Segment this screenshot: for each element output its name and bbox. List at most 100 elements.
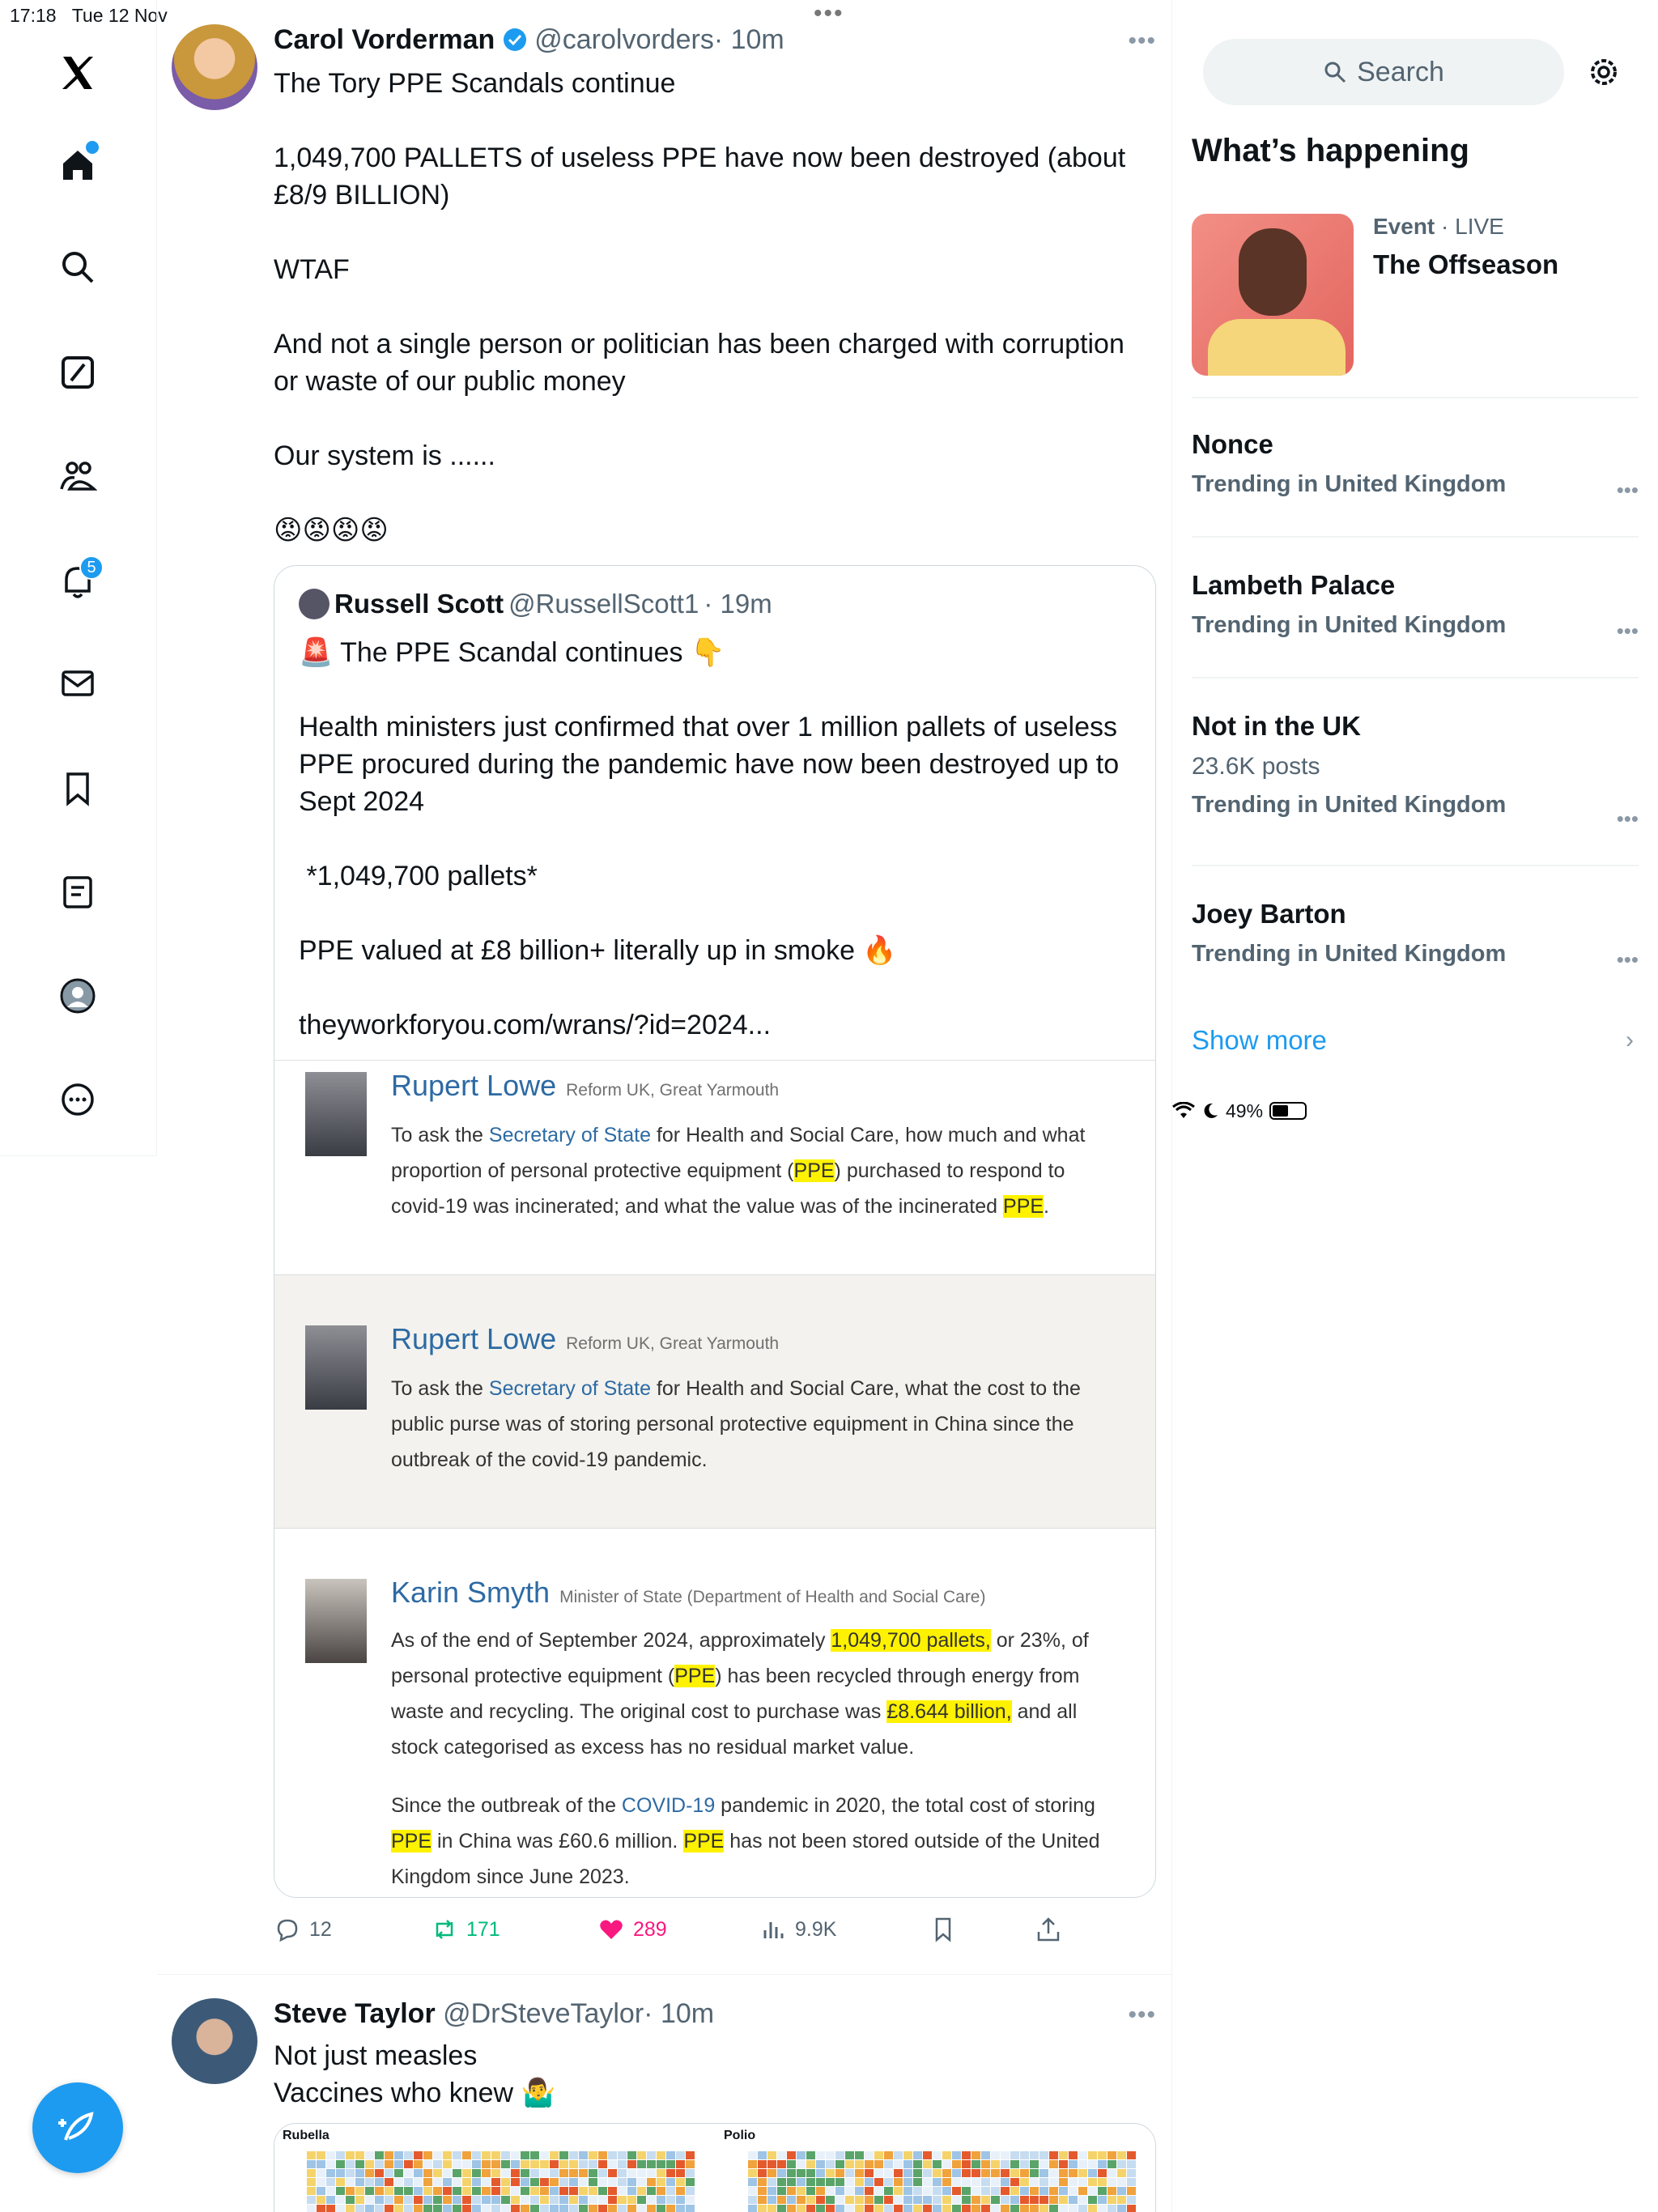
tweet-more-icon[interactable]: ••• (1128, 28, 1156, 55)
heatmap-cell (748, 2187, 757, 2195)
hansard-screenshot[interactable]: Rupert Lowe Reform UK, Great Yarmouth To … (274, 1060, 1155, 1897)
heatmap-cell (530, 2178, 539, 2186)
heatmap-cell (826, 2151, 835, 2159)
show-more-link[interactable]: Show more (1192, 1025, 1327, 1056)
heatmap-cell (1020, 2196, 1029, 2204)
left-nav: 5 (0, 0, 157, 1156)
heatmap-cell (521, 2205, 529, 2212)
avatar[interactable] (172, 24, 257, 110)
heatmap-cell (336, 2196, 345, 2204)
tweet-carol-vorderman[interactable]: Carol Vorderman @carolvorders· 10m ••• T… (157, 0, 1172, 1974)
heatmap-cell (1127, 2169, 1136, 2177)
heatmap-cell (1001, 2151, 1010, 2159)
heatmap-cell (627, 2187, 636, 2195)
heatmap-cell (511, 2196, 520, 2204)
messages-icon[interactable] (52, 657, 104, 709)
heatmap-cell (884, 2196, 893, 2204)
heatmap-cell (491, 2160, 500, 2168)
more-icon[interactable] (52, 1074, 104, 1125)
heatmap-cell (748, 2160, 757, 2168)
heatmap-cell (657, 2187, 665, 2195)
x-logo-icon[interactable] (52, 47, 104, 99)
heatmap-cell (423, 2187, 432, 2195)
heatmap-cell (443, 2196, 452, 2204)
heatmap-cell (462, 2178, 471, 2186)
settings-gear-icon[interactable] (1585, 53, 1622, 91)
trend-item[interactable]: Not in the UK 23.6K posts Trending in Un… (1192, 711, 1639, 831)
home-icon[interactable] (52, 139, 104, 191)
trend-more-icon[interactable]: ••• (1617, 619, 1639, 644)
heatmap-cell (414, 2205, 423, 2212)
views-button[interactable]: 9.9K (759, 1916, 836, 1943)
trend-item[interactable]: Lambeth Palace Trending in United Kingdo… (1192, 570, 1639, 643)
compose-post-button[interactable] (32, 2082, 123, 2173)
bookmarks-icon[interactable] (52, 763, 104, 815)
heatmap-cell (1088, 2151, 1097, 2159)
heatmap-cell (501, 2151, 510, 2159)
heatmap-cell (991, 2160, 1000, 2168)
heatmap-cell (748, 2178, 757, 2186)
event-card[interactable]: Event · LIVE The Offseason (1192, 214, 1645, 376)
heatmap-cell (758, 2151, 767, 2159)
heatmap-cell (1117, 2178, 1126, 2186)
trend-more-icon[interactable]: ••• (1617, 947, 1639, 972)
heatmap-cell (1088, 2187, 1097, 2195)
heatmap-cell (1039, 2151, 1048, 2159)
heatmap-cell (826, 2169, 835, 2177)
quoted-tweet[interactable]: Russell Scott @RussellScott1 · 19m 🚨 The … (274, 565, 1156, 1898)
repost-button[interactable]: 171 (431, 1916, 500, 1943)
heatmap-cell (758, 2160, 767, 2168)
heatmap-cell (657, 2160, 665, 2168)
lists-icon[interactable] (52, 866, 104, 918)
trend-more-icon[interactable]: ••• (1617, 478, 1639, 503)
heatmap-cell (923, 2187, 932, 2195)
heatmap-cell (1127, 2160, 1136, 2168)
heatmap-cell (1098, 2169, 1107, 2177)
notifications-icon[interactable]: 5 (52, 555, 104, 607)
heatmap-cell (618, 2196, 627, 2204)
heatmap-cell (559, 2178, 568, 2186)
like-button[interactable]: 289 (597, 1916, 667, 1943)
heatmap-cell (589, 2196, 597, 2204)
search-input[interactable]: Search (1203, 39, 1564, 105)
bookmark-button[interactable] (929, 1916, 957, 1943)
heatmap-cell (394, 2151, 403, 2159)
grok-icon[interactable] (52, 347, 104, 398)
trend-more-icon[interactable]: ••• (1617, 806, 1639, 832)
heatmap-cell (1030, 2187, 1039, 2195)
author-handle[interactable]: @DrSteveTaylor (443, 1998, 644, 2029)
quote-header: Russell Scott @RussellScott1 · 19m (299, 589, 772, 619)
heatmap-cell (952, 2178, 961, 2186)
author-handle[interactable]: @carolvorders (534, 24, 714, 55)
heatmap-cell (559, 2205, 568, 2212)
heatmap-cell (589, 2187, 597, 2195)
tweet-more-icon[interactable]: ••• (1128, 2001, 1156, 2029)
author-name[interactable]: Carol Vorderman (274, 24, 495, 55)
heatmap-cell (826, 2160, 835, 2168)
mp-name: Rupert Lowe Reform UK, Great Yarmouth (391, 1069, 780, 1102)
explore-icon[interactable] (52, 241, 104, 293)
author-name[interactable]: Steve Taylor (274, 1998, 436, 2029)
heatmap-cell (1020, 2205, 1029, 2212)
heatmap-cell (346, 2187, 355, 2195)
share-button[interactable] (1035, 1916, 1062, 1943)
communities-icon[interactable] (52, 450, 104, 502)
heatmap-cell (1001, 2178, 1010, 2186)
reply-button[interactable]: 12 (274, 1916, 332, 1943)
trend-item[interactable]: Nonce Trending in United Kingdom ••• (1192, 429, 1639, 502)
heatmap-cell (971, 2151, 980, 2159)
quote-author-name: Russell Scott (334, 589, 504, 619)
heatmap-cell (453, 2160, 461, 2168)
heatmap-cell (317, 2160, 325, 2168)
heatmap-cell (589, 2178, 597, 2186)
trend-item[interactable]: Joey Barton Trending in United Kingdom •… (1192, 899, 1639, 972)
heatmap-cell (874, 2160, 883, 2168)
heatmap-cell (336, 2160, 345, 2168)
heatmap-cell (777, 2187, 786, 2195)
heatmap-cell (355, 2187, 364, 2195)
avatar[interactable] (172, 1998, 257, 2084)
heatmap-cell (686, 2196, 695, 2204)
tweet-image-heatmaps[interactable]: Rubella Polio (274, 2123, 1156, 2212)
profile-icon[interactable] (52, 970, 104, 1022)
heatmap-cell (787, 2178, 796, 2186)
